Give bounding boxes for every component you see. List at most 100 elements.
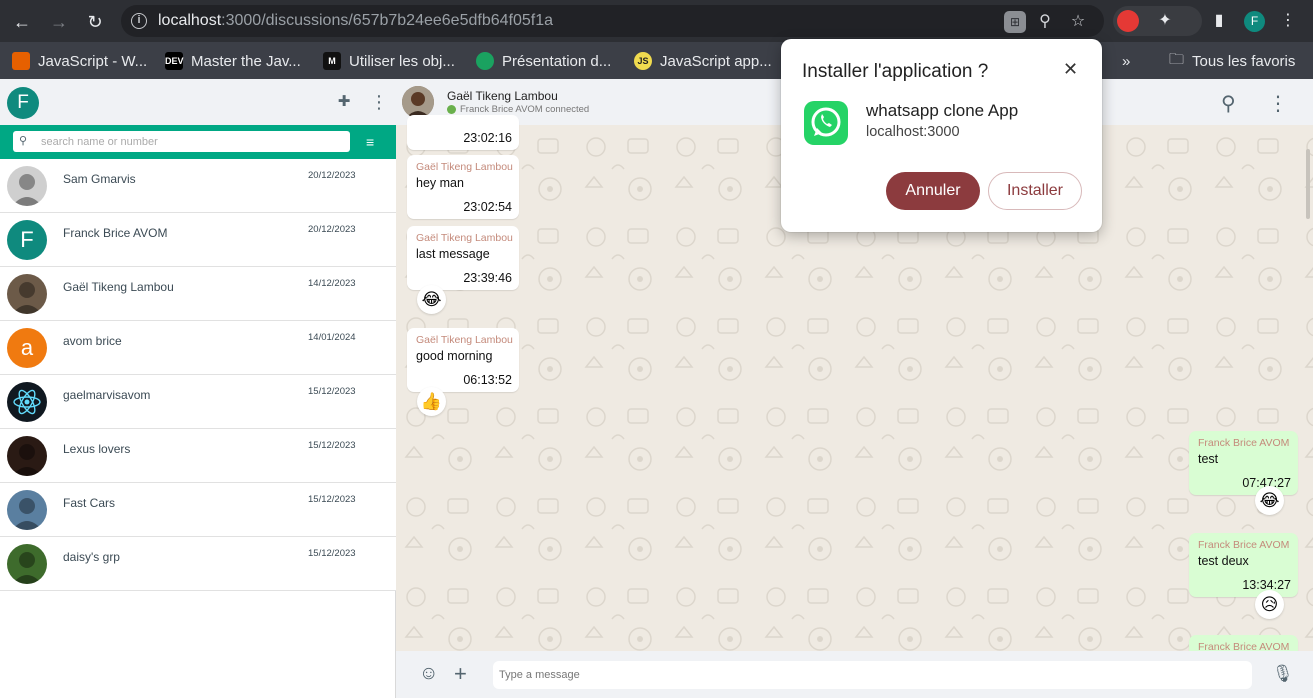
puzzle-extensions-icon[interactable]: ✦ — [1154, 10, 1176, 32]
m-icon: M — [323, 52, 341, 70]
menu-dots-icon[interactable]: ⋮ — [1268, 91, 1288, 116]
new-chat-icon[interactable]: ✚ — [334, 92, 354, 112]
zoom-icon[interactable]: ⚲ — [1034, 11, 1056, 33]
back-arrow-icon[interactable]: ← — [8, 8, 36, 36]
chat-name: Fast Cars — [63, 496, 116, 510]
bookmark-item[interactable]: DEV Master the Jav... — [165, 51, 301, 71]
message-sender: Gaël Tikeng Lambou — [416, 161, 513, 173]
message-text: last message — [416, 247, 490, 261]
close-icon[interactable]: ✕ — [1063, 59, 1078, 80]
message-reaction[interactable]: 😂 — [417, 285, 446, 314]
message-text: hey man — [416, 176, 464, 190]
address-bar[interactable]: i localhost:3000/discussions/657b7b24ee6… — [121, 5, 1104, 37]
chat-avatar: F — [7, 220, 47, 260]
bookmark-item[interactable]: JavaScript - W... — [12, 51, 147, 71]
message-reaction[interactable]: 👍 — [417, 387, 446, 416]
user-avatar[interactable]: F — [7, 87, 39, 119]
extensions-group: ✦ — [1113, 6, 1202, 36]
contact-avatar[interactable] — [402, 86, 434, 118]
emoji-icon[interactable]: ☺ — [419, 663, 438, 685]
all-bookmarks-folder[interactable]: 🗀 Tous les favoris — [1169, 51, 1295, 71]
chat-list-item[interactable]: Fast Cars 15/12/2023 — [0, 483, 396, 537]
outgoing-message[interactable]: Franck Brice AVOM test 07:47:27 — [1189, 431, 1298, 495]
chat-list-item[interactable]: gaelmarvisavom 15/12/2023 — [0, 375, 396, 429]
message-input[interactable] — [499, 666, 1239, 684]
side-panel-icon[interactable]: ▮ — [1208, 10, 1230, 32]
message-time: 06:13:52 — [463, 373, 512, 387]
chat-avatar — [7, 544, 47, 584]
chat-list-item[interactable]: daisy's grp 15/12/2023 — [0, 537, 396, 591]
install-button[interactable]: Installer — [988, 172, 1082, 210]
message-time: 23:02:16 — [463, 131, 512, 145]
browser-menu-icon[interactable]: ⋮ — [1277, 10, 1299, 32]
chat-list-panel: F ✚ ⋮ ⚲ ≡ Sam Gmarvis 20/12/2023 F Franck B… — [0, 79, 396, 698]
contact-status: Franck Brice AVOM connected — [447, 104, 589, 115]
chat-name: avom brice — [63, 334, 122, 348]
message-text: test deux — [1198, 554, 1249, 568]
cancel-button[interactable]: Annuler — [886, 172, 980, 210]
message-reaction[interactable]: 😥 — [1255, 590, 1284, 619]
dialog-title: Installer l'application ? — [802, 61, 989, 82]
youtube-extension-icon[interactable] — [1117, 10, 1139, 32]
folder-icon: 🗀 — [1169, 50, 1185, 68]
chat-name: Franck Brice AVOM — [63, 226, 168, 240]
chat-list-item[interactable]: Sam Gmarvis 20/12/2023 — [0, 159, 396, 213]
bookmark-star-icon[interactable]: ☆ — [1067, 11, 1089, 33]
incoming-message[interactable]: Gaël Tikeng Lambou good morning 06:13:52 — [407, 328, 519, 392]
search-input[interactable] — [41, 133, 341, 150]
chat-list-item[interactable]: F Franck Brice AVOM 20/12/2023 — [0, 213, 396, 267]
chat-avatar — [7, 382, 47, 422]
chat-avatar — [7, 274, 47, 314]
url-text[interactable]: localhost:3000/discussions/657b7b24ee6e5… — [158, 12, 553, 30]
filter-icon[interactable]: ≡ — [366, 134, 374, 150]
menu-dots-icon[interactable]: ⋮ — [369, 92, 389, 112]
more-bookmarks-button[interactable]: » — [1122, 51, 1130, 71]
install-app-icon[interactable]: ⊞ — [1004, 11, 1026, 33]
chat-name: daisy's grp — [63, 550, 120, 564]
bookmark-item[interactable]: Présentation d... — [476, 51, 611, 71]
message-reaction[interactable]: 😂 — [1255, 486, 1284, 515]
message-sender: Gaël Tikeng Lambou — [416, 334, 513, 346]
attach-plus-icon[interactable]: + — [454, 661, 467, 687]
chat-list-item[interactable]: a avom brice 14/01/2024 — [0, 321, 396, 375]
chat-name: Sam Gmarvis — [63, 172, 136, 186]
chat-date: 15/12/2023 — [308, 494, 356, 505]
bookmark-item[interactable]: M Utiliser les obj... — [323, 51, 455, 71]
app-name: whatsapp clone App — [866, 101, 1019, 120]
chat-list-item[interactable]: Lexus lovers 15/12/2023 — [0, 429, 396, 483]
chat-date: 15/12/2023 — [308, 440, 356, 451]
install-app-dialog: Installer l'application ? ✕ whatsapp clo… — [781, 39, 1102, 232]
search-icon[interactable]: ⚲ — [1221, 91, 1236, 116]
scrollbar[interactable] — [1306, 149, 1310, 219]
outgoing-message[interactable]: Franck Brice AVOM test deux 13:34:27 — [1189, 533, 1298, 597]
sidebar-header: F ✚ ⋮ — [0, 79, 396, 125]
incoming-message[interactable]: Gaël Tikeng Lambou last message 23:39:46 — [407, 226, 519, 290]
incoming-message[interactable]: Gaël Tikeng Lambou hey man 23:02:54 — [407, 155, 519, 219]
js-icon: JS — [634, 52, 652, 70]
browser-profile-avatar[interactable]: F — [1244, 11, 1265, 32]
bookmarks-bar: JavaScript - W... DEV Master the Jav... M… — [0, 42, 1313, 79]
chat-name: Lexus lovers — [63, 442, 131, 456]
browser-toolbar: ← → ↻ i localhost:3000/discussions/657b7… — [0, 0, 1313, 42]
composer: ☺ + 🎙 — [396, 651, 1313, 698]
site-info-icon[interactable]: i — [131, 13, 147, 29]
microphone-icon[interactable]: 🎙 — [1272, 664, 1294, 684]
bookmark-item[interactable]: JS JavaScript app... — [634, 51, 772, 71]
message-sender: Franck Brice AVOM — [1198, 437, 1290, 449]
browser-chrome: ← → ↻ i localhost:3000/discussions/657b7… — [0, 0, 1313, 79]
chat-date: 20/12/2023 — [308, 170, 356, 181]
message-time: 23:39:46 — [463, 271, 512, 285]
chat-name: gaelmarvisavom — [63, 388, 151, 402]
message-box — [493, 661, 1252, 689]
chat-avatar — [7, 166, 47, 206]
chat-avatar: a — [7, 328, 47, 368]
forward-arrow-icon[interactable]: → — [45, 8, 73, 36]
chat-date: 14/12/2023 — [308, 278, 356, 289]
reload-icon[interactable]: ↻ — [81, 8, 109, 36]
chat-list-item[interactable]: Gaël Tikeng Lambou 14/12/2023 — [0, 267, 396, 321]
whatsapp-app: F ✚ ⋮ ⚲ ≡ Sam Gmarvis 20/12/2023 F Franck B… — [0, 79, 1313, 698]
incoming-message[interactable]: 23:02:16 — [407, 115, 519, 150]
message-time: 23:02:54 — [463, 200, 512, 214]
mdn-icon — [12, 52, 30, 70]
chat-avatar — [7, 490, 47, 530]
